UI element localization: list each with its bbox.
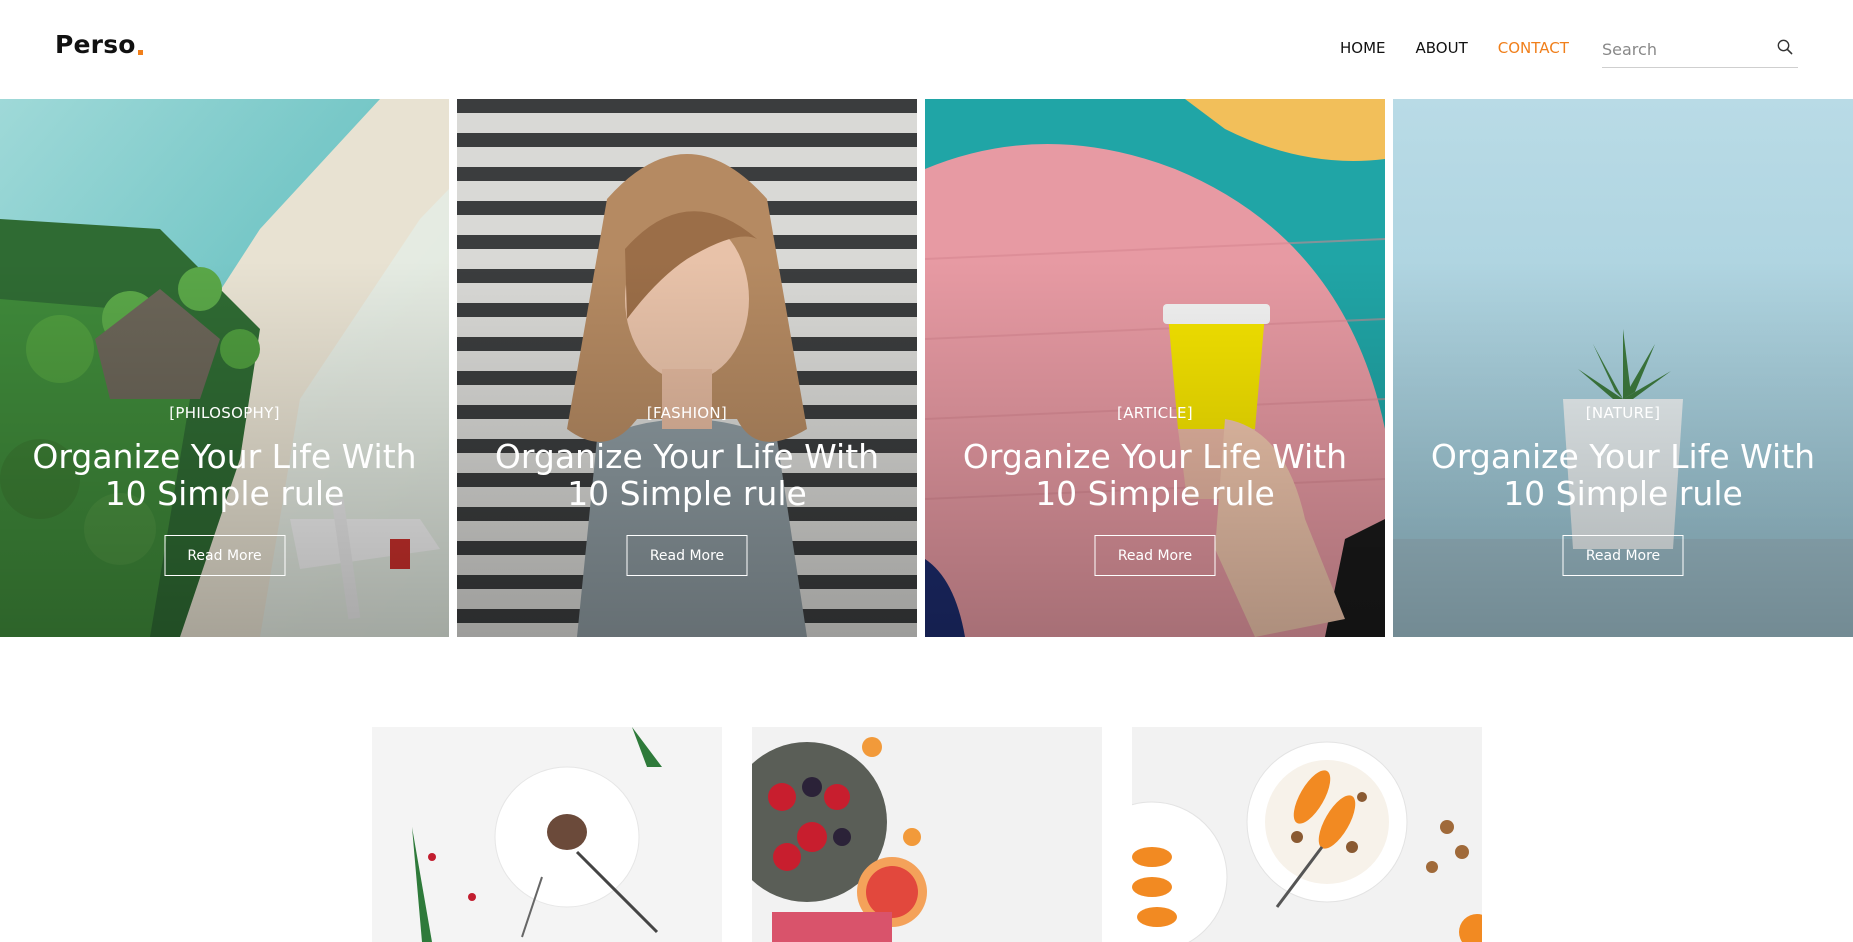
card-category[interactable]: [ARTICLE]	[925, 404, 1385, 422]
card-title[interactable]: Organize Your Life With 10 Simple rule	[945, 438, 1365, 512]
card-category[interactable]: [FASHION]	[457, 404, 917, 422]
nav-about[interactable]: ABOUT	[1416, 39, 1468, 57]
card-title[interactable]: Organize Your Life With 10 Simple rule	[477, 438, 897, 512]
card-category[interactable]: [NATURE]	[1393, 404, 1853, 422]
nav-contact[interactable]: CONTACT	[1498, 39, 1569, 57]
card-title[interactable]: Organize Your Life With 10 Simple rule	[20, 438, 429, 512]
search-icon[interactable]	[1776, 38, 1794, 56]
featured-card-article[interactable]: [ARTICLE] Organize Your Life With 10 Sim…	[925, 99, 1385, 637]
read-more-button[interactable]: Read More	[164, 535, 285, 576]
logo-text[interactable]: Perso	[55, 30, 136, 59]
read-more-button[interactable]: Read More	[1094, 535, 1216, 576]
dessert-plate-image	[372, 727, 722, 942]
featured-posts: [PHILOSOPHY] Organize Your Life With 10 …	[0, 99, 1853, 637]
post-thumbnail-1[interactable]	[372, 727, 722, 942]
site-header: Perso HOME ABOUT CONTACT	[0, 0, 1853, 99]
read-more-button[interactable]: Read More	[1562, 535, 1684, 576]
post-thumbnail-2[interactable]	[752, 727, 1102, 942]
main-nav: HOME ABOUT CONTACT	[1340, 39, 1599, 57]
card-title[interactable]: Organize Your Life With 10 Simple rule	[1413, 438, 1833, 512]
logo[interactable]: Perso	[55, 30, 143, 59]
nav-home[interactable]: HOME	[1340, 39, 1386, 57]
search-input[interactable]	[1602, 36, 1762, 62]
read-more-button[interactable]: Read More	[626, 535, 748, 576]
post-thumbnail-3[interactable]	[1132, 727, 1482, 942]
featured-card-fashion[interactable]: [FASHION] Organize Your Life With 10 Sim…	[457, 99, 917, 637]
search-box	[1602, 30, 1798, 68]
logo-dot	[137, 50, 143, 55]
berries-bowl-image	[752, 727, 1102, 942]
featured-card-nature[interactable]: [NATURE] Organize Your Life With 10 Simp…	[1393, 99, 1853, 637]
card-category[interactable]: [PHILOSOPHY]	[0, 404, 449, 422]
featured-card-philosophy[interactable]: [PHILOSOPHY] Organize Your Life With 10 …	[0, 99, 449, 637]
granola-bowls-image	[1132, 727, 1482, 942]
